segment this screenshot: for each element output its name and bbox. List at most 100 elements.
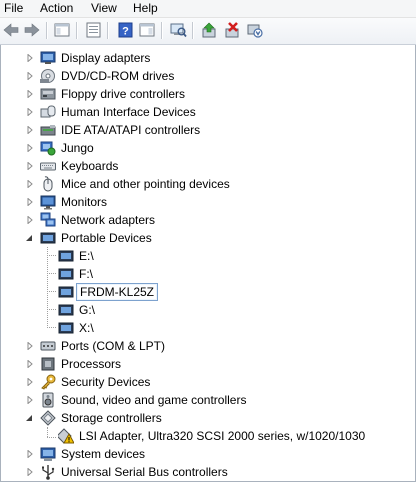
- expand-arrow-icon[interactable]: [26, 216, 34, 224]
- expand-arrow-icon[interactable]: [26, 144, 34, 152]
- expand-arrow-icon[interactable]: [26, 180, 34, 188]
- floppy-controller-icon: [40, 88, 56, 100]
- mouse-icon: [43, 176, 53, 192]
- optical-drive-icon: [40, 69, 55, 83]
- tree-item-label: LSI Adapter, Ultra320 SCSI 2000 series, …: [79, 429, 366, 443]
- processor-icon: [41, 357, 55, 371]
- tree-item-label: F:\: [79, 267, 93, 281]
- menu-help[interactable]: Help: [133, 1, 158, 15]
- expand-arrow-icon[interactable]: [26, 450, 34, 458]
- tree-item-label-selected: FRDM-KL25Z: [75, 283, 159, 301]
- properties-icon[interactable]: [84, 21, 102, 39]
- network-adapter-icon: [40, 212, 56, 227]
- forward-arrow-icon[interactable]: [23, 21, 41, 39]
- tree-item-label: G:\: [79, 303, 96, 317]
- menu-action[interactable]: Action: [40, 1, 73, 15]
- tree-item-security-devices[interactable]: Security Devices: [1, 373, 415, 391]
- port-icon: [40, 341, 56, 351]
- toolbar-separator: [46, 22, 48, 39]
- usb-icon: [42, 465, 55, 480]
- tree-item-label: Display adapters: [61, 51, 151, 65]
- tree-item-monitors[interactable]: Monitors: [1, 193, 415, 211]
- expand-arrow-icon[interactable]: [26, 468, 34, 476]
- tree-item-ports-com-lpt[interactable]: Ports (COM & LPT): [1, 337, 415, 355]
- tree-item-drive-e[interactable]: E:\: [1, 247, 415, 265]
- tree-item-processors[interactable]: Processors: [1, 355, 415, 373]
- disable-device-icon[interactable]: [246, 21, 264, 39]
- tree-item-label: Mice and other pointing devices: [61, 177, 230, 191]
- expand-arrow-icon[interactable]: [26, 126, 34, 134]
- tree-item-display-adapters[interactable]: Display adapters: [1, 49, 415, 67]
- expand-arrow-icon[interactable]: [26, 54, 34, 62]
- tree-item-label: Universal Serial Bus controllers: [61, 465, 228, 479]
- portable-drive-icon: [58, 304, 74, 316]
- show-action-pane-icon[interactable]: [138, 21, 156, 39]
- expand-arrow-icon[interactable]: [26, 342, 34, 350]
- scan-hardware-icon[interactable]: [169, 21, 187, 39]
- tree-item-system-devices[interactable]: System devices: [1, 445, 415, 463]
- update-driver-icon[interactable]: [200, 21, 218, 39]
- device-tree[interactable]: Display adapters DVD/CD-ROM drives Flopp…: [0, 45, 416, 482]
- tree-item-label: Floppy drive controllers: [61, 87, 186, 101]
- tree-item-mice-and-other-pointing-devices[interactable]: Mice and other pointing devices: [1, 175, 415, 193]
- speaker-icon: [42, 392, 54, 408]
- tree-item-label: Network adapters: [61, 213, 156, 227]
- tree-item-sound-video-game-controllers[interactable]: Sound, video and game controllers: [1, 391, 415, 409]
- show-hide-console-tree-icon[interactable]: [53, 21, 71, 39]
- tree-item-network-adapters[interactable]: Network adapters: [1, 211, 415, 229]
- tree-item-lsi-adapter[interactable]: LSI Adapter, Ultra320 SCSI 2000 series, …: [1, 427, 415, 445]
- tree-item-frdm-kl25z[interactable]: FRDM-KL25Z: [1, 283, 415, 301]
- menu-file[interactable]: File: [4, 1, 23, 15]
- tree-item-label: Ports (COM & LPT): [61, 339, 166, 353]
- monitor-icon: [40, 195, 56, 210]
- tree-item-label: Processors: [61, 357, 122, 371]
- menu-view[interactable]: View: [91, 1, 117, 15]
- tree-item-label: Sound, video and game controllers: [61, 393, 247, 407]
- help-icon[interactable]: ?: [116, 21, 134, 39]
- expand-arrow-icon[interactable]: [26, 72, 34, 80]
- tree-item-label: Portable Devices: [61, 231, 152, 245]
- expand-arrow-icon[interactable]: [26, 162, 34, 170]
- tree-item-dvd-cdrom-drives[interactable]: DVD/CD-ROM drives: [1, 67, 415, 85]
- jungo-device-icon: [40, 141, 56, 156]
- portable-device-icon: [40, 232, 56, 244]
- back-arrow-icon[interactable]: [2, 21, 20, 39]
- tree-item-label: Jungo: [61, 141, 94, 155]
- portable-drive-icon: [58, 250, 74, 262]
- storage-controller-icon: [40, 410, 56, 426]
- tree-item-jungo[interactable]: Jungo: [1, 139, 415, 157]
- tree-item-label: Security Devices: [61, 375, 151, 389]
- toolbar: ?: [0, 18, 416, 45]
- tree-item-ide-ata-atapi-controllers[interactable]: IDE ATA/ATAPI controllers: [1, 121, 415, 139]
- collapse-arrow-icon[interactable]: [25, 414, 33, 422]
- tree-item-label: System devices: [61, 447, 146, 461]
- tree-item-label: Human Interface Devices: [61, 105, 196, 119]
- tree-item-keyboards[interactable]: Keyboards: [1, 157, 415, 175]
- tree-item-floppy-drive-controllers[interactable]: Floppy drive controllers: [1, 85, 415, 103]
- keyboard-icon: [40, 162, 56, 171]
- uninstall-icon[interactable]: [223, 21, 241, 39]
- tree-item-drive-g[interactable]: G:\: [1, 301, 415, 319]
- expand-arrow-icon[interactable]: [26, 198, 34, 206]
- tree-item-universal-serial-bus-controllers[interactable]: Universal Serial Bus controllers: [1, 463, 415, 481]
- expand-arrow-icon[interactable]: [26, 378, 34, 386]
- tree-item-label: Storage controllers: [61, 411, 162, 425]
- expand-arrow-icon[interactable]: [26, 360, 34, 368]
- toolbar-separator: [161, 22, 163, 39]
- collapse-arrow-icon[interactable]: [25, 234, 33, 242]
- toolbar-separator: [192, 22, 194, 39]
- expand-arrow-icon[interactable]: [26, 90, 34, 98]
- tree-item-portable-devices[interactable]: Portable Devices: [1, 229, 415, 247]
- tree-item-label: Monitors: [61, 195, 108, 209]
- tree-item-label: IDE ATA/ATAPI controllers: [61, 123, 201, 137]
- expand-arrow-icon[interactable]: [26, 108, 34, 116]
- hid-icon: [40, 105, 56, 118]
- tree-item-storage-controllers[interactable]: Storage controllers: [1, 409, 415, 427]
- tree-item-human-interface-devices[interactable]: Human Interface Devices: [1, 103, 415, 121]
- tree-item-label: DVD/CD-ROM drives: [61, 69, 175, 83]
- ide-controller-icon: [40, 125, 56, 136]
- tree-item-drive-f[interactable]: F:\: [1, 265, 415, 283]
- expand-arrow-icon[interactable]: [26, 396, 34, 404]
- tree-item-drive-x[interactable]: X:\: [1, 319, 415, 337]
- portable-drive-icon: [58, 268, 74, 280]
